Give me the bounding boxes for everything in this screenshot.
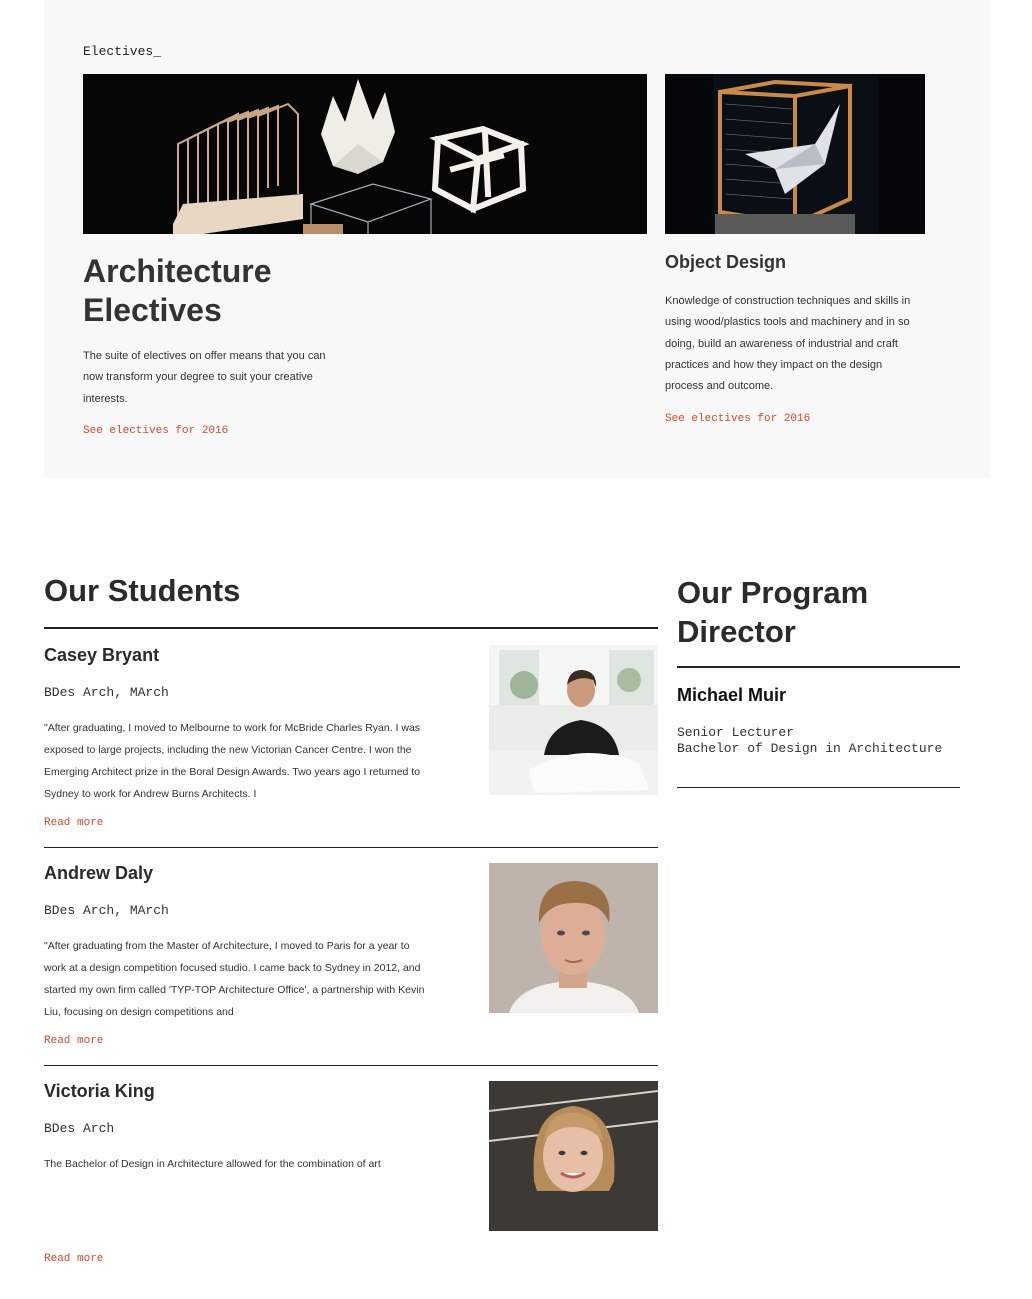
architecture-electives-title: Architecture Electives (83, 252, 272, 330)
student-name: Casey Bryant (44, 645, 160, 665)
object-design-description: Knowledge of construction techniques and… (665, 295, 911, 393)
student-quote: The Bachelor of Design in Architecture a… (44, 1158, 381, 1170)
student-quote: "After graduating, I moved to Melbourne … (44, 722, 421, 800)
object-design-image[interactable] (665, 74, 925, 234)
student-card-casey-bryant: Casey Bryant BDes Arch, MArch "After gra… (44, 645, 658, 863)
student-photo (489, 1081, 658, 1231)
student-divider (44, 1065, 658, 1066)
electives-section: Electives_ Architecture Electives The su… (44, 0, 990, 478)
director-role: Senior Lecturer Bachelor of Design in Ar… (677, 725, 942, 757)
read-more-link[interactable]: Read more (44, 1253, 103, 1265)
student-name: Victoria King (44, 1081, 155, 1101)
architecture-electives-image[interactable] (83, 74, 647, 234)
architecture-electives-title-line2: Electives (83, 292, 222, 328)
director-divider (677, 666, 960, 668)
director-role-title: Senior Lecturer (677, 725, 795, 740)
student-card-andrew-daly: Andrew Daly BDes Arch, MArch "After grad… (44, 863, 658, 1081)
object-design-link[interactable]: See electives for 2016 (665, 413, 810, 425)
read-more-link[interactable]: Read more (44, 817, 103, 829)
student-degree: BDes Arch (44, 1121, 115, 1136)
student-degree: BDes Arch, MArch (44, 903, 169, 918)
director-bottom-divider (677, 787, 960, 788)
student-card-victoria-king: Victoria King BDes Arch The Bachelor of … (44, 1081, 658, 1299)
object-design-title: Object Design (665, 252, 787, 272)
director-name: Michael Muir (677, 685, 787, 705)
architecture-electives-link[interactable]: See electives for 2016 (83, 425, 228, 437)
object-design-picture (665, 74, 925, 234)
section-tag: Electives_ (83, 44, 162, 59)
student-degree: BDes Arch, MArch (44, 685, 169, 700)
student-photo (489, 645, 658, 795)
student-portrait-andrew (489, 863, 658, 1013)
architecture-models-picture (83, 74, 647, 234)
student-portrait-victoria (489, 1081, 658, 1231)
director-heading-line2: Director (677, 614, 796, 649)
director-heading: Our Program Director (677, 573, 868, 651)
student-name: Andrew Daly (44, 863, 154, 883)
student-portrait-casey (489, 645, 658, 795)
students-heading: Our Students (44, 573, 241, 608)
architecture-electives-description: The suite of electives on offer means th… (83, 350, 326, 405)
director-heading-line1: Our Program (677, 575, 869, 610)
student-divider (44, 847, 658, 848)
read-more-link[interactable]: Read more (44, 1035, 103, 1047)
student-photo (489, 863, 658, 1013)
student-quote: "After graduating from the Master of Arc… (44, 940, 425, 1018)
students-divider (44, 627, 658, 629)
director-role-program: Bachelor of Design in Architecture (677, 741, 943, 756)
architecture-electives-title-line1: Architecture (83, 253, 272, 289)
